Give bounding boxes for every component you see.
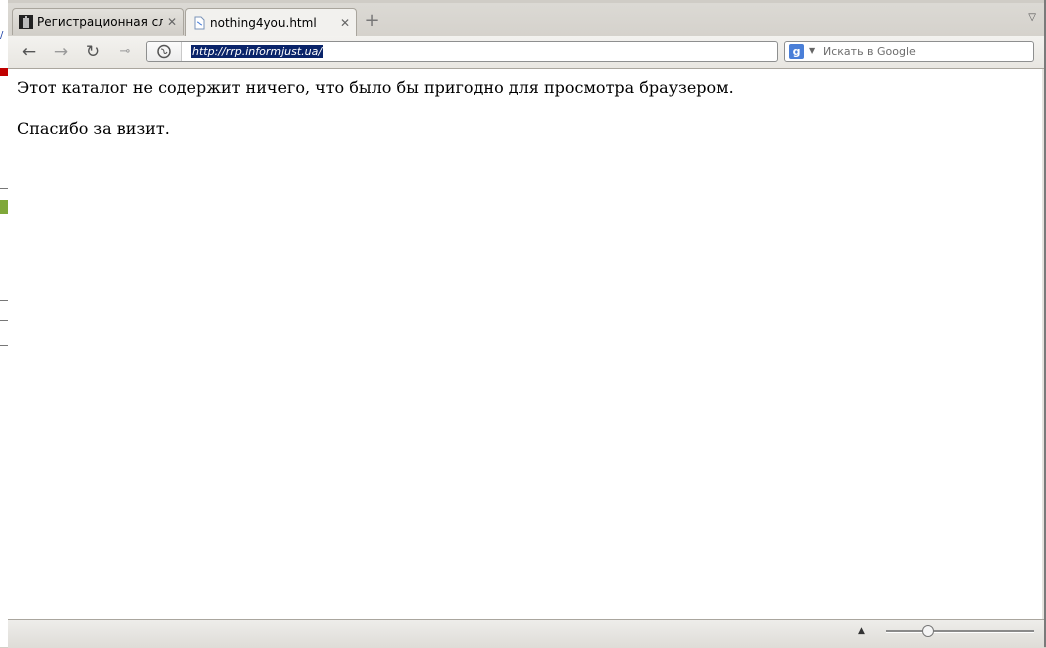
site-identity-button[interactable]: [147, 42, 182, 61]
thanks-line: Спасибо за визит.: [17, 119, 170, 138]
fragment-divider: [0, 188, 8, 199]
zoom-slider[interactable]: [886, 625, 1034, 637]
key-icon[interactable]: ⊸: [114, 42, 136, 62]
site-favicon-icon: [19, 15, 33, 29]
zoom-slider-thumb[interactable]: [922, 625, 935, 637]
fragment-divider: [0, 300, 8, 311]
fragment-mark: /: [0, 30, 4, 41]
reload-icon[interactable]: ↻: [82, 42, 104, 62]
zoom-out-icon[interactable]: ▲: [858, 626, 865, 636]
globe-icon: [157, 44, 171, 59]
message-line: Этот каталог не содержит ничего, что был…: [17, 78, 734, 97]
fragment-divider: [0, 320, 8, 331]
search-placeholder[interactable]: Искать в Google: [823, 45, 916, 58]
close-tab-icon[interactable]: ✕: [167, 15, 177, 29]
search-bar[interactable]: g ▼ Искать в Google: [784, 41, 1034, 62]
tab-nothing4you[interactable]: nothing4you.html ✕: [185, 8, 357, 36]
tab-list-chevron-icon[interactable]: ▽: [1028, 12, 1036, 23]
fragment-mark: [0, 68, 8, 76]
tab-label: Регистрационная служ...: [37, 15, 163, 29]
navigation-toolbar: ← → ↻ ⊸ http://rrp.informjust.ua/ g ▼ Ис…: [8, 36, 1044, 69]
page-content: Этот каталог не содержит ничего, что был…: [8, 69, 1042, 619]
forward-arrow-icon[interactable]: →: [50, 42, 72, 62]
close-tab-icon[interactable]: ✕: [340, 16, 350, 30]
back-arrow-icon[interactable]: ←: [18, 42, 40, 62]
google-icon[interactable]: g: [789, 44, 804, 59]
status-bar: ▲: [8, 619, 1044, 648]
fragment-mark: [0, 200, 8, 214]
new-tab-icon[interactable]: +: [362, 11, 382, 31]
fragment-divider: [0, 345, 8, 356]
tab-label: nothing4you.html: [210, 15, 317, 30]
tab-registration[interactable]: Регистрационная служ... ✕: [12, 8, 184, 35]
address-bar[interactable]: http://rrp.informjust.ua/: [146, 41, 778, 62]
tab-bar: Регистрационная служ... ✕ nothing4you.ht…: [8, 0, 1044, 36]
url-text[interactable]: http://rrp.informjust.ua/: [191, 45, 324, 58]
engine-dropdown-icon[interactable]: ▼: [809, 46, 815, 55]
browser-window: Регистрационная служ... ✕ nothing4you.ht…: [8, 0, 1044, 648]
page-favicon-icon: [192, 16, 206, 30]
